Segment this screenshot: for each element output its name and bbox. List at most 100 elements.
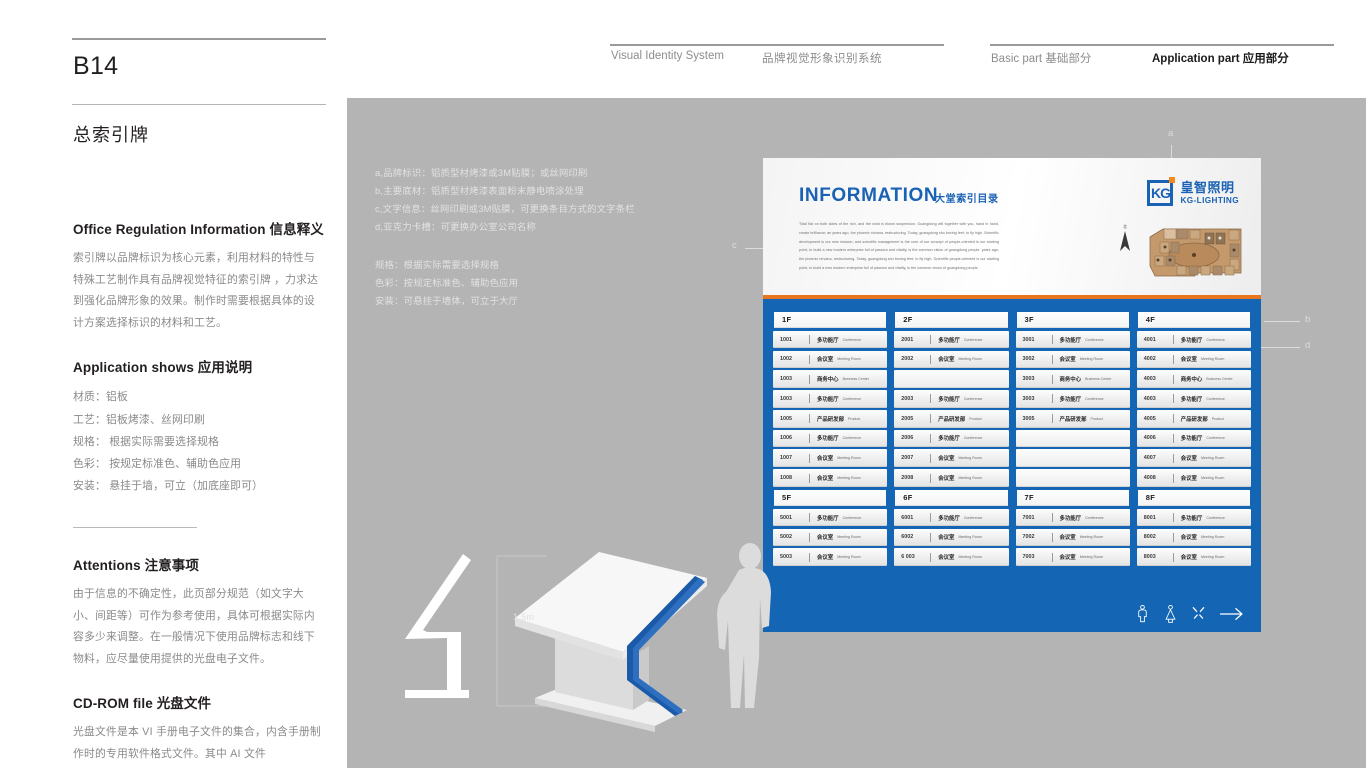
directory-room-row: 3002 会议室 Meeting Room — [1015, 350, 1130, 369]
directory-room-row: 2002 会议室 Meeting Room — [894, 350, 1009, 369]
row-separator — [930, 433, 932, 443]
row-separator — [809, 374, 810, 384]
arrow-right-icon[interactable] — [1219, 605, 1245, 623]
directory-room-row: 7003 会议室 Meeting Room — [1015, 548, 1130, 566]
directory-room-row: 3003 商务中心 Business Center — [1015, 370, 1130, 388]
left-text-column: Office Regulation Information 信息释义 索引牌以品… — [73, 218, 325, 768]
section-heading-info: Office Regulation Information 信息释义 — [73, 222, 324, 237]
floor-label: 3F — [1024, 315, 1034, 325]
room-number: 3003 — [1022, 395, 1035, 402]
room-number: 6001 — [901, 514, 914, 521]
page-title: 总索引牌 — [73, 125, 149, 145]
directory-room-row — [1015, 449, 1130, 468]
room-name-en: Conference — [1085, 396, 1104, 401]
dimension-label: 1.5m — [513, 612, 535, 622]
header-basic-part[interactable]: Basic part 基础部分 — [991, 50, 1091, 66]
restaurant-icon[interactable] — [1191, 604, 1206, 623]
logo-text-cn: 皇智照明 — [1180, 180, 1235, 195]
female-restroom-icon[interactable] — [1163, 604, 1178, 623]
room-name-en: Conference — [842, 396, 862, 401]
floor-label: 2F — [903, 315, 913, 325]
canvas-spec-group-1: a,品牌标识：铝质型材烤漆或3M贴膜；或丝网印刷 b,主要底材：铝质型材烤漆表面… — [375, 164, 705, 237]
room-name-en: Business Center — [1206, 377, 1233, 382]
directory-room-row: 4005 产品研发部 Product — [1136, 409, 1251, 428]
directory-room-row: 6001 多功能厅 Conference — [894, 508, 1009, 527]
room-name-en: Business Center — [1085, 377, 1112, 382]
room-number: 1003 — [780, 376, 792, 383]
room-name-cn: 会议室 — [817, 555, 834, 562]
room-name-cn: 会议室 — [938, 456, 955, 463]
row-separator — [1172, 394, 1174, 404]
directory-floor-header: 6F — [894, 489, 1009, 507]
room-number: 1002 — [780, 356, 792, 363]
directory-room-row: 2005 产品研发部 Product — [894, 409, 1009, 428]
floor-label: 7F — [1024, 493, 1034, 503]
row-separator — [809, 335, 810, 345]
room-name-cn: 多功能厅 — [1180, 396, 1203, 403]
row-separator — [809, 414, 810, 424]
row-separator — [1051, 374, 1053, 384]
room-name-cn: 会议室 — [938, 476, 955, 483]
directory-room-row: 1003 多功能厅 Conference — [773, 390, 888, 408]
directory-room-row: 8001 多功能厅 Conference — [1136, 508, 1251, 527]
room-number: 1006 — [780, 435, 792, 442]
directory-room-row: 1003 商务中心 Business Center — [773, 370, 888, 388]
male-restroom-icon[interactable] — [1135, 604, 1150, 623]
room-name-en: Meeting Room — [1200, 535, 1225, 540]
room-number: 1001 — [780, 336, 792, 343]
section-divider — [73, 527, 197, 528]
room-number: 2005 — [901, 415, 914, 422]
section-heading-application: Application shows 应用说明 — [73, 360, 253, 376]
room-name-en: Meeting Room — [958, 476, 982, 481]
room-name-en: Conference — [1085, 337, 1104, 342]
directory-room-row: 1002 会议室 Meeting Room — [773, 350, 888, 369]
room-name-en: Product — [969, 416, 982, 421]
room-name-en: Meeting Room — [958, 456, 982, 461]
directory-column: 4F 4001 多功能厅 Conference 4002 会议室 Meeting Room 4… — [1136, 311, 1251, 568]
directory-room-row: 4001 多功能厅 Conference — [1136, 330, 1251, 349]
room-name-en: Conference — [842, 436, 862, 441]
room-name-cn: 多功能厅 — [938, 515, 960, 522]
directory-room-row: 1001 多功能厅 Conference — [773, 330, 888, 349]
gray-canvas: a,品牌标识：铝质型材烤漆或3M贴膜；或丝网印刷 b,主要底材：铝质型材烤漆表面… — [347, 98, 1366, 768]
directory-floor-header: 1F — [773, 311, 888, 329]
room-name-en: Business Center — [842, 377, 869, 382]
room-number: 2003 — [901, 395, 914, 402]
spec-line-size: 规格： 根据实际需要选择规格 — [73, 435, 220, 448]
room-name-cn: 商务中心 — [1059, 377, 1082, 384]
room-name-en: Conference — [963, 337, 983, 342]
room-number: 2007 — [901, 455, 914, 462]
room-number: 4001 — [1143, 336, 1156, 343]
callout-label-a: a — [1168, 128, 1174, 139]
directory-floor-header: 7F — [1015, 489, 1130, 507]
header-application-part[interactable]: Application part 应用部分 — [1152, 50, 1289, 66]
room-name-cn: 会议室 — [1059, 555, 1076, 562]
header-rule-right — [990, 44, 1334, 46]
room-name-cn: 多功能厅 — [1180, 337, 1203, 344]
floor-label: 4F — [1145, 315, 1156, 325]
room-name-cn: 多功能厅 — [1059, 396, 1082, 403]
row-separator — [809, 433, 810, 443]
row-separator — [809, 473, 810, 483]
callout-label-b: b — [1305, 314, 1311, 325]
header-rule-under-code — [72, 104, 326, 105]
directory-room-row: 2001 多功能厅 Conference — [894, 330, 1009, 349]
room-name-cn: 会议室 — [1059, 535, 1076, 542]
room-number: 6 003 — [901, 554, 915, 561]
room-name-cn: 多功能厅 — [817, 337, 839, 344]
directory-room-row: 3003 多功能厅 Conference — [1015, 390, 1130, 408]
signboard-title-en: INFORMATION — [799, 185, 939, 206]
room-name-cn: 多功能厅 — [938, 396, 960, 403]
room-name-cn: 多功能厅 — [817, 515, 839, 522]
room-name-en: Conference — [963, 515, 983, 520]
room-number: 4002 — [1143, 356, 1156, 363]
row-separator — [1051, 394, 1053, 404]
directory-room-row: 4003 商务中心 Business Center — [1136, 370, 1251, 388]
room-name-cn: 产品研发部 — [1059, 416, 1087, 423]
installation-illustration: 1.5m — [387, 534, 807, 764]
room-name-en: Conference — [1206, 337, 1225, 342]
directory-room-row: 4003 多功能厅 Conference — [1136, 390, 1251, 408]
room-name-en: Meeting Room — [1079, 535, 1104, 540]
row-separator — [809, 354, 810, 364]
